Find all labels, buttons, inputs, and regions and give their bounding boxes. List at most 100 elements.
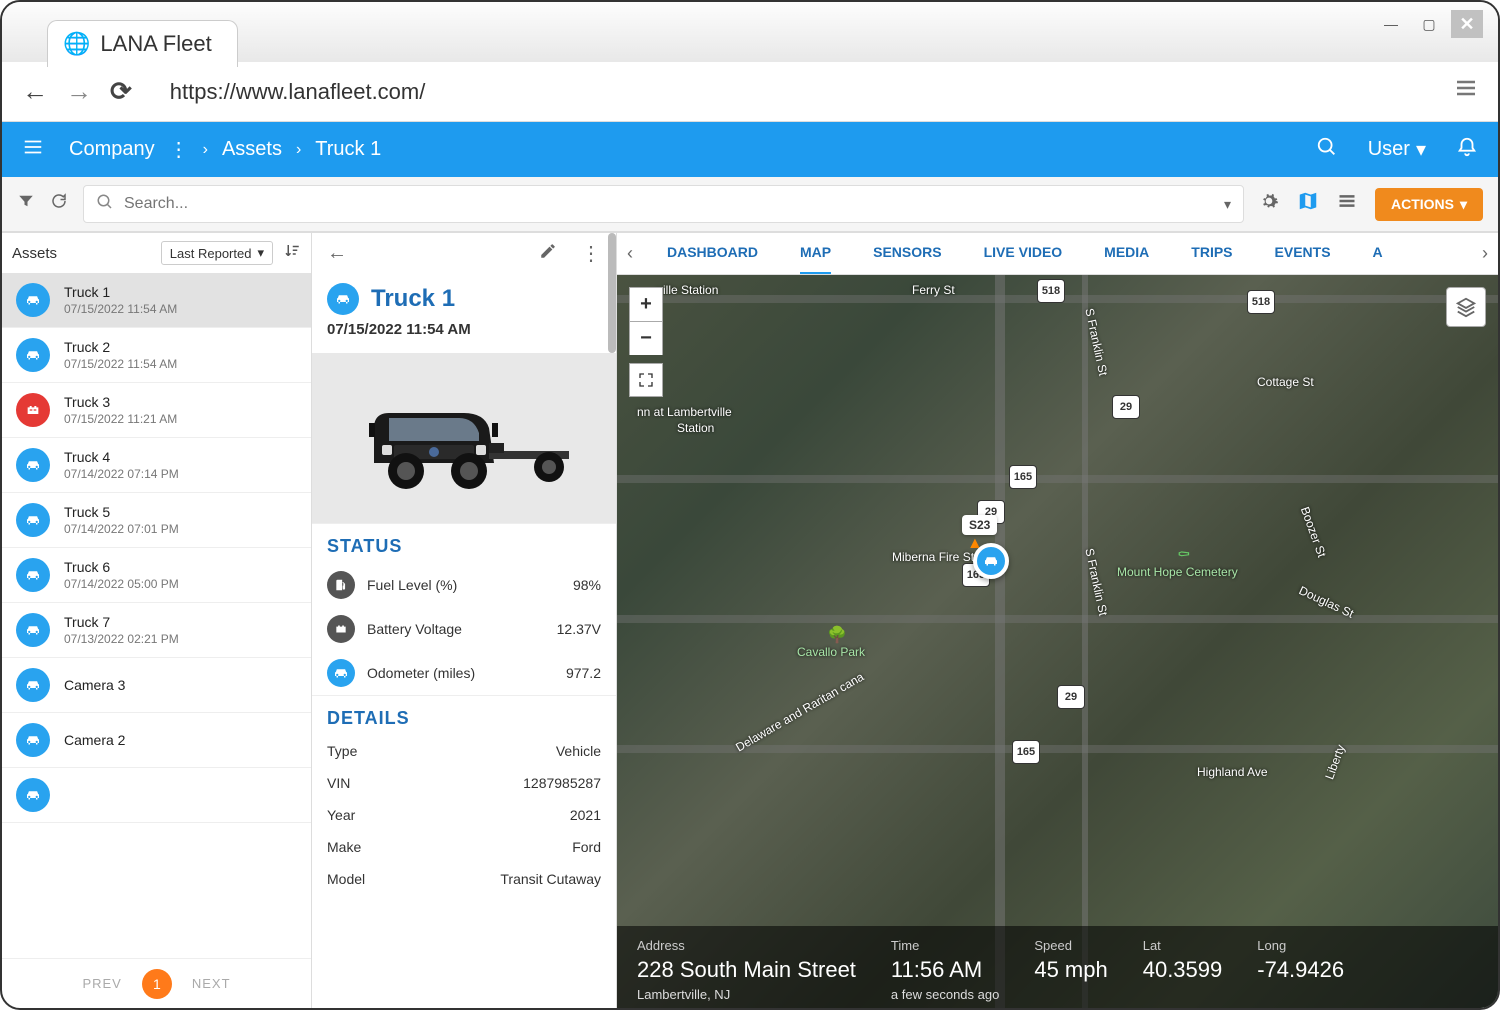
sort-dropdown[interactable]: Last Reported ▾ (161, 241, 273, 265)
list-item[interactable]: Camera 2 (2, 713, 311, 768)
details-row: Year2021 (312, 799, 616, 831)
search-input[interactable] (124, 195, 1214, 213)
filter-icon[interactable] (17, 192, 35, 216)
pager: PREV 1 NEXT (2, 958, 311, 1008)
search-icon[interactable] (1316, 136, 1338, 164)
url-bar[interactable]: https://www.lanafleet.com/ (150, 79, 1436, 105)
asset-name: Truck 7 (64, 614, 179, 630)
user-label: User (1368, 138, 1410, 161)
browser-menu-button[interactable] (1454, 76, 1478, 107)
cemetery-icon: ⚰ (1177, 545, 1191, 565)
list-item[interactable]: Truck 4 07/14/2022 07:14 PM (2, 438, 311, 493)
tab-live-video[interactable]: LIVE VIDEO (984, 233, 1063, 275)
tab-sensors[interactable]: SENSORS (873, 233, 941, 275)
asset-last-reported: 07/15/2022 11:54 AM (327, 321, 601, 338)
car-icon (16, 448, 50, 482)
vehicle-marker-pin[interactable] (973, 543, 1009, 579)
asset-time: 07/14/2022 07:01 PM (64, 522, 179, 536)
window-maximize-button[interactable]: ▢ (1413, 10, 1445, 38)
assets-panel: Assets Last Reported ▾ Truck 107/15/2022… (2, 233, 312, 1008)
breadcrumb-current: Truck 1 (315, 138, 381, 161)
asset-name: Truck 4 (64, 449, 179, 465)
menu-icon[interactable] (22, 136, 44, 164)
refresh-icon[interactable] (50, 192, 68, 216)
fullscreen-button[interactable] (629, 363, 663, 397)
window-minimize-button[interactable]: — (1375, 10, 1407, 38)
asset-name: Camera 3 (64, 677, 125, 693)
scrollbar[interactable] (608, 233, 616, 353)
edit-icon[interactable] (539, 242, 557, 265)
browser-reload-button[interactable]: ⟳ (110, 76, 132, 107)
browser-back-button[interactable]: ← (22, 76, 48, 107)
footer-time-label: Time (891, 938, 999, 953)
detail-label: VIN (327, 775, 523, 791)
breadcrumb-company-menu-icon[interactable]: ⋮ (169, 137, 189, 162)
actions-button[interactable]: ACTIONS ▾ (1375, 188, 1483, 221)
status-value: 977.2 (566, 665, 601, 681)
pager-prev[interactable]: PREV (82, 976, 121, 991)
list-item[interactable]: Truck 607/14/2022 05:00 PM (2, 548, 311, 603)
list-item[interactable] (2, 768, 311, 823)
tab-media[interactable]: MEDIA (1104, 233, 1149, 275)
list-icon[interactable] (1337, 191, 1357, 217)
browser-forward-button[interactable]: → (66, 76, 92, 107)
zoom-in-button[interactable]: + (629, 287, 663, 321)
caret-down-icon: ▾ (1416, 137, 1426, 162)
back-arrow-icon[interactable]: ← (327, 242, 347, 265)
tab-events[interactable]: EVENTS (1275, 233, 1331, 275)
sort-direction-icon[interactable] (283, 242, 301, 265)
footer-time-sub: a few seconds ago (891, 987, 999, 1002)
list-item[interactable]: Truck 107/15/2022 11:54 AM (2, 273, 311, 328)
gear-icon[interactable] (1259, 191, 1279, 217)
tab-dashboard[interactable]: DASHBOARD (667, 233, 758, 275)
map-footer: Address 228 South Main Street Lambertvil… (617, 926, 1498, 1008)
map-view[interactable]: ville Station Ferry St nn at Lambertvill… (617, 275, 1498, 1008)
list-item[interactable]: Camera 3 (2, 658, 311, 713)
car-icon (16, 283, 50, 317)
asset-time: 07/14/2022 07:14 PM (64, 467, 179, 481)
zoom-out-button[interactable]: − (629, 321, 663, 355)
list-item[interactable]: Truck 507/14/2022 07:01 PM (2, 493, 311, 548)
map-icon[interactable] (1297, 190, 1319, 218)
vehicle-marker-label[interactable]: S23 (962, 515, 997, 535)
list-item[interactable]: Truck 307/15/2022 11:21 AM (2, 383, 311, 438)
list-item[interactable]: Truck 207/15/2022 11:54 AM (2, 328, 311, 383)
pager-next[interactable]: NEXT (192, 976, 231, 991)
car-icon (16, 778, 50, 812)
details-row: ModelTransit Cutaway (312, 863, 616, 895)
route-shield: 518 (1247, 290, 1275, 314)
pager-page[interactable]: 1 (142, 969, 172, 999)
tab-trips[interactable]: TRIPS (1191, 233, 1232, 275)
tab-a[interactable]: A (1373, 233, 1383, 275)
status-label: Fuel Level (%) (367, 577, 573, 593)
chevron-right-icon: › (296, 141, 301, 159)
map-label: Ferry St (912, 283, 955, 297)
odo-icon (327, 659, 355, 687)
caret-down-icon[interactable]: ▾ (1224, 196, 1231, 213)
tabs-scroll-right[interactable]: › (1482, 243, 1488, 264)
breadcrumb-assets[interactable]: Assets (222, 138, 282, 161)
tabs-scroll-left[interactable]: ‹ (627, 243, 633, 264)
user-menu[interactable]: User ▾ (1368, 137, 1426, 162)
detail-label: Type (327, 743, 556, 759)
route-shield: 518 (1037, 279, 1065, 303)
detail-value: 2021 (570, 807, 601, 823)
tab-map[interactable]: MAP (800, 233, 831, 275)
layers-button[interactable] (1446, 287, 1486, 327)
assets-list[interactable]: Truck 107/15/2022 11:54 AMTruck 207/15/2… (2, 273, 311, 958)
more-icon[interactable]: ⋮ (581, 241, 601, 266)
window-close-button[interactable]: ✕ (1451, 10, 1483, 38)
status-label: Battery Voltage (367, 621, 557, 637)
detail-value: 1287985287 (523, 775, 601, 791)
footer-address-label: Address (637, 938, 856, 953)
search-box[interactable]: ▾ (83, 185, 1244, 223)
breadcrumb-company[interactable]: Company (69, 138, 155, 161)
list-item[interactable]: Truck 707/13/2022 02:21 PM (2, 603, 311, 658)
notifications-icon[interactable] (1456, 136, 1478, 164)
browser-tab[interactable]: 🌐 LANA Fleet (47, 20, 238, 67)
details-row: TypeVehicle (312, 735, 616, 767)
footer-time-value: 11:56 AM (891, 957, 999, 983)
detail-value: Vehicle (556, 743, 601, 759)
asset-title: Truck 1 (371, 285, 455, 313)
car-icon (16, 723, 50, 757)
